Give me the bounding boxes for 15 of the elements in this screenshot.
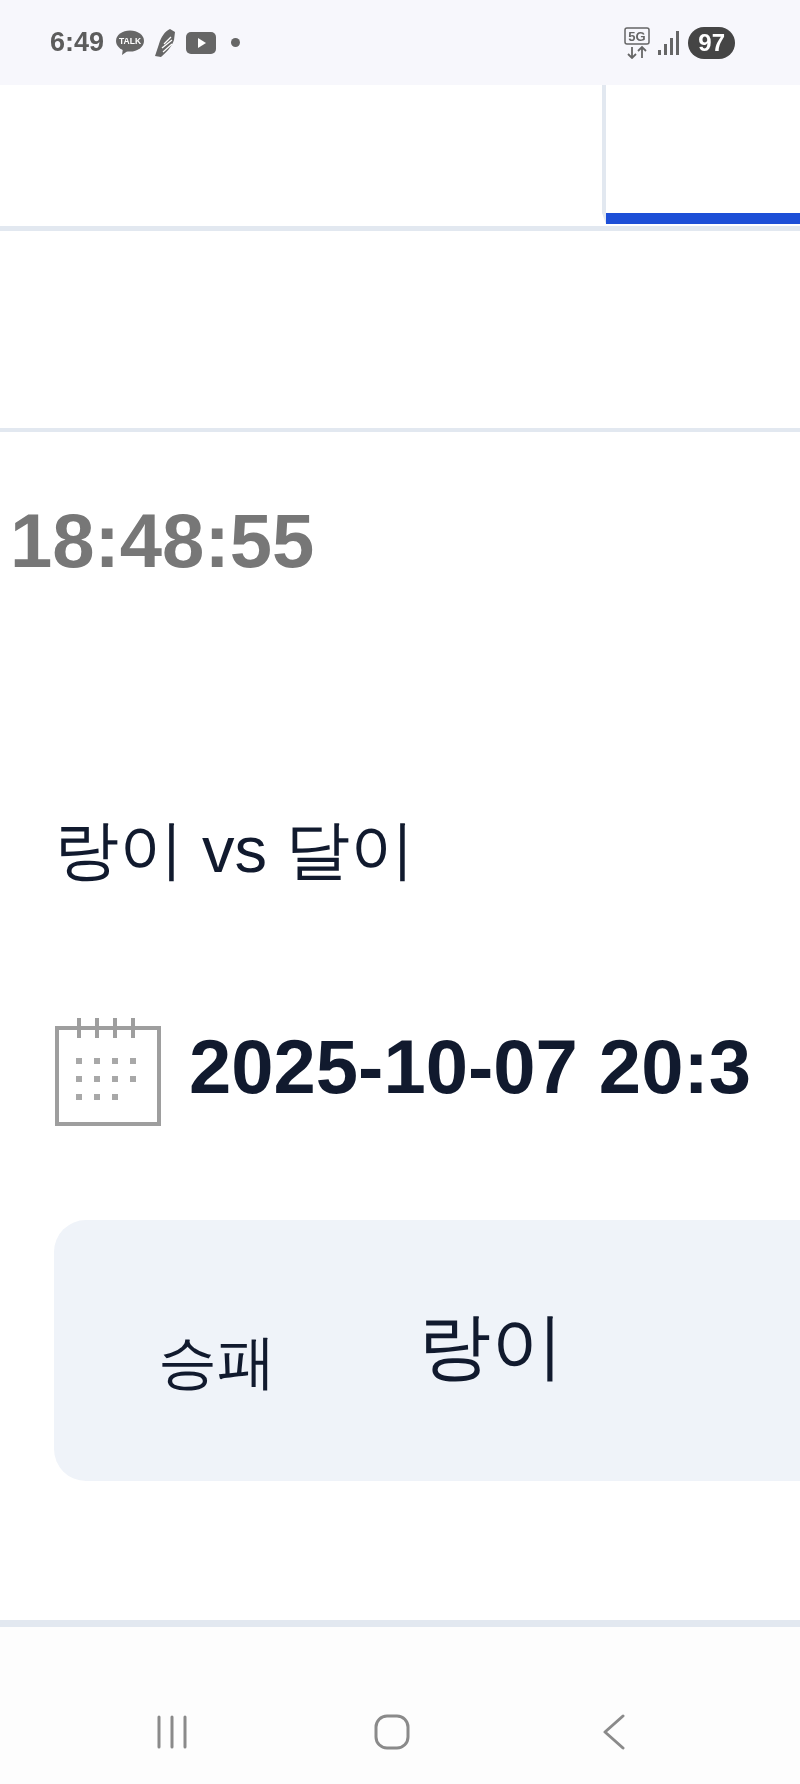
result-value: 랑이 bbox=[418, 1303, 564, 1388]
match-datetime: 2025-10-07 20:3 bbox=[189, 1028, 751, 1105]
dot-icon bbox=[231, 38, 241, 47]
signal-icon bbox=[658, 30, 681, 55]
match-title: 랑이 vs 달이 bbox=[54, 813, 416, 888]
home-icon[interactable] bbox=[374, 1713, 410, 1750]
calendar-icon bbox=[55, 1017, 161, 1126]
back-icon[interactable] bbox=[602, 1713, 626, 1750]
recent-apps-icon[interactable] bbox=[156, 1714, 188, 1749]
clock-time: 18:48:55 bbox=[10, 503, 315, 579]
battery-indicator: 97 bbox=[688, 26, 735, 59]
play-icon bbox=[186, 31, 217, 54]
feather-icon bbox=[153, 27, 178, 58]
result-label: 승패 bbox=[158, 1328, 276, 1398]
status-time: 6:49 bbox=[50, 27, 105, 58]
